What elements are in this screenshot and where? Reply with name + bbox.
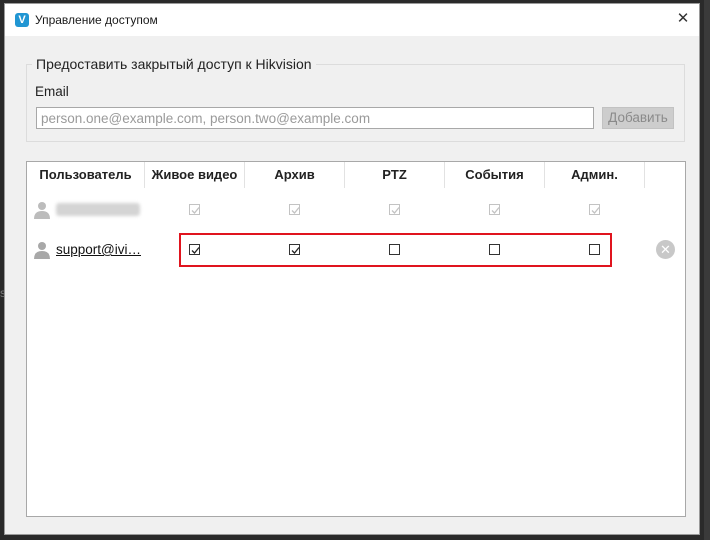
user-icon <box>34 202 50 219</box>
background-panel <box>704 0 710 540</box>
table-row <box>27 192 685 228</box>
header-actions <box>645 162 685 188</box>
titlebar: V Управление доступом ✕ <box>5 4 699 36</box>
checkbox-admin <box>589 204 600 215</box>
header-archive: Архив <box>245 162 345 188</box>
checkmark-icon <box>291 207 300 214</box>
checkmark-icon <box>591 207 600 214</box>
header-admin: Админ. <box>545 162 645 188</box>
checkmark-icon <box>491 207 500 214</box>
user-icon <box>34 242 50 259</box>
remove-user-button[interactable]: ✕ <box>656 240 675 259</box>
app-logo-icon: V <box>15 13 29 27</box>
highlight-box <box>179 233 612 267</box>
share-group <box>26 64 685 142</box>
share-group-title: Предоставить закрытый доступ к Hikvision <box>32 56 316 72</box>
username[interactable]: support@ivi… <box>56 242 141 257</box>
checkmark-icon <box>191 207 200 214</box>
email-label: Email <box>35 84 69 99</box>
window-title: Управление доступом <box>35 13 158 27</box>
add-button[interactable]: Добавить <box>602 107 674 129</box>
email-input[interactable] <box>36 107 594 129</box>
checkbox-live-video <box>189 204 200 215</box>
permissions-table: Пользователь Живое видео Архив PTZ Событ… <box>26 161 686 517</box>
header-live-video: Живое видео <box>145 162 245 188</box>
header-ptz: PTZ <box>345 162 445 188</box>
table-header: Пользователь Живое видео Архив PTZ Событ… <box>27 162 685 188</box>
close-button[interactable]: ✕ <box>673 9 693 29</box>
header-user: Пользователь <box>27 162 145 188</box>
checkbox-ptz <box>389 204 400 215</box>
header-events: События <box>445 162 545 188</box>
access-dialog: V Управление доступом ✕ Предоставить зак… <box>4 3 700 535</box>
obscured-username <box>56 203 140 216</box>
checkbox-archive <box>289 204 300 215</box>
checkmark-icon <box>391 207 400 214</box>
checkbox-events <box>489 204 500 215</box>
